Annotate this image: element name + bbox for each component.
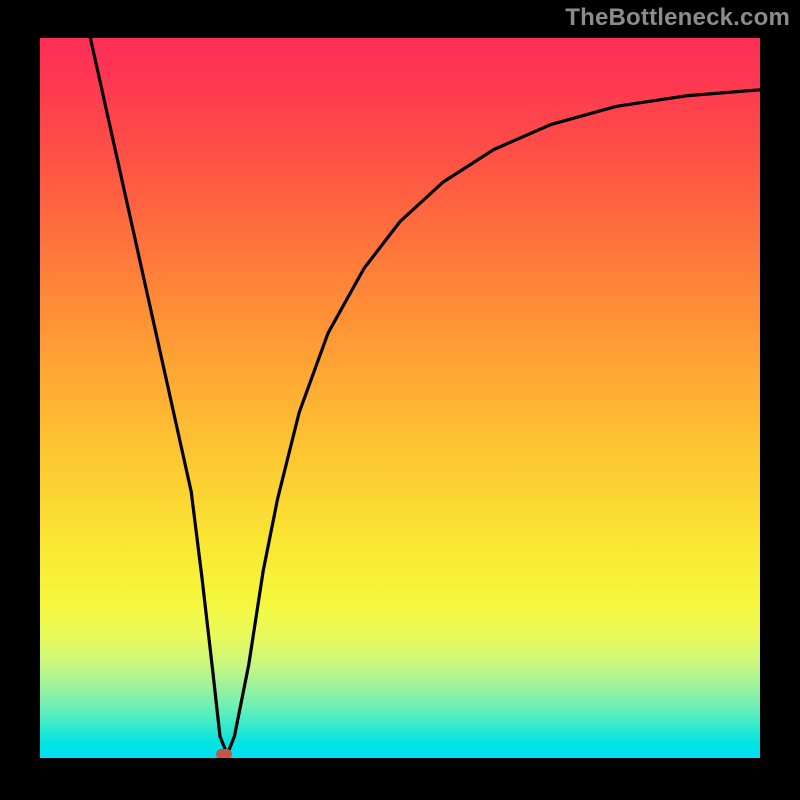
bottleneck-curve-path [90,38,760,754]
curve-layer [40,38,760,758]
watermark-text: TheBottleneck.com [565,4,790,32]
chart-stage: TheBottleneck.com [0,0,800,800]
optimal-point-marker [216,749,232,758]
plot-area [40,38,760,758]
